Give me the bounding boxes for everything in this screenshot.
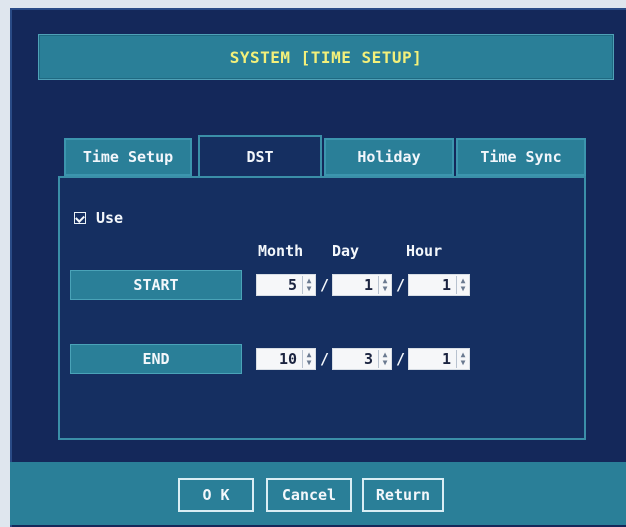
separator: / <box>396 276 406 294</box>
spinner-down-icon[interactable]: ▼ <box>383 359 388 367</box>
end-month-spinner[interactable]: 10 ▲ ▼ <box>256 348 316 370</box>
return-button-label: Return <box>375 486 431 504</box>
spinner-arrows[interactable]: ▲ ▼ <box>456 350 469 368</box>
start-day-value: 1 <box>363 276 373 294</box>
end-label: END <box>70 344 242 374</box>
tab-label: Time Setup <box>82 148 174 166</box>
spinner-arrows[interactable]: ▲ ▼ <box>302 350 315 368</box>
month-header: Month <box>258 242 304 260</box>
return-button[interactable]: Return <box>362 478 444 512</box>
use-row[interactable]: Use <box>74 208 123 228</box>
screen: SYSTEM [TIME SETUP] Time Setup DST Holid… <box>0 0 626 527</box>
tab-label: Time Sync <box>480 148 562 166</box>
separator: / <box>320 276 330 294</box>
day-header: Day <box>332 242 360 260</box>
tab-time-sync[interactable]: Time Sync <box>456 138 586 176</box>
tab-label: DST <box>246 148 274 166</box>
end-label-text: END <box>142 350 170 368</box>
spinner-arrows[interactable]: ▲ ▼ <box>302 276 315 294</box>
spinner-arrows[interactable]: ▲ ▼ <box>378 276 391 294</box>
separator: / <box>320 350 330 368</box>
start-day-spinner[interactable]: 1 ▲ ▼ <box>332 274 392 296</box>
cancel-button[interactable]: Cancel <box>266 478 352 512</box>
spinner-down-icon[interactable]: ▼ <box>307 359 312 367</box>
spinner-arrows[interactable]: ▲ ▼ <box>456 276 469 294</box>
use-checkbox[interactable] <box>74 212 86 224</box>
tab-time-setup[interactable]: Time Setup <box>64 138 192 176</box>
start-hour-value: 1 <box>441 276 451 294</box>
start-label: START <box>70 270 242 300</box>
cancel-button-label: Cancel <box>281 486 337 504</box>
spinner-down-icon[interactable]: ▼ <box>461 285 466 293</box>
hour-header: Hour <box>406 242 443 260</box>
dst-panel <box>58 176 586 440</box>
tab-holiday[interactable]: Holiday <box>324 138 454 176</box>
end-hour-spinner[interactable]: 1 ▲ ▼ <box>408 348 470 370</box>
start-month-spinner[interactable]: 5 ▲ ▼ <box>256 274 316 296</box>
spinner-down-icon[interactable]: ▼ <box>383 285 388 293</box>
start-label-text: START <box>133 276 179 294</box>
use-label: Use <box>96 209 124 227</box>
spinner-arrows[interactable]: ▲ ▼ <box>378 350 391 368</box>
separator: / <box>396 350 406 368</box>
tab-dst[interactable]: DST <box>198 135 322 177</box>
start-hour-spinner[interactable]: 1 ▲ ▼ <box>408 274 470 296</box>
window-title: SYSTEM [TIME SETUP] <box>229 47 423 67</box>
end-month-value: 10 <box>278 350 297 368</box>
end-day-value: 3 <box>363 350 373 368</box>
start-month-value: 5 <box>287 276 297 294</box>
tab-label: Holiday <box>357 148 421 166</box>
ok-button[interactable]: O K <box>178 478 254 512</box>
end-day-spinner[interactable]: 3 ▲ ▼ <box>332 348 392 370</box>
spinner-down-icon[interactable]: ▼ <box>461 359 466 367</box>
spinner-down-icon[interactable]: ▼ <box>307 285 312 293</box>
ok-button-label: O K <box>202 486 230 504</box>
title-bar: SYSTEM [TIME SETUP] <box>38 34 614 80</box>
end-hour-value: 1 <box>441 350 451 368</box>
